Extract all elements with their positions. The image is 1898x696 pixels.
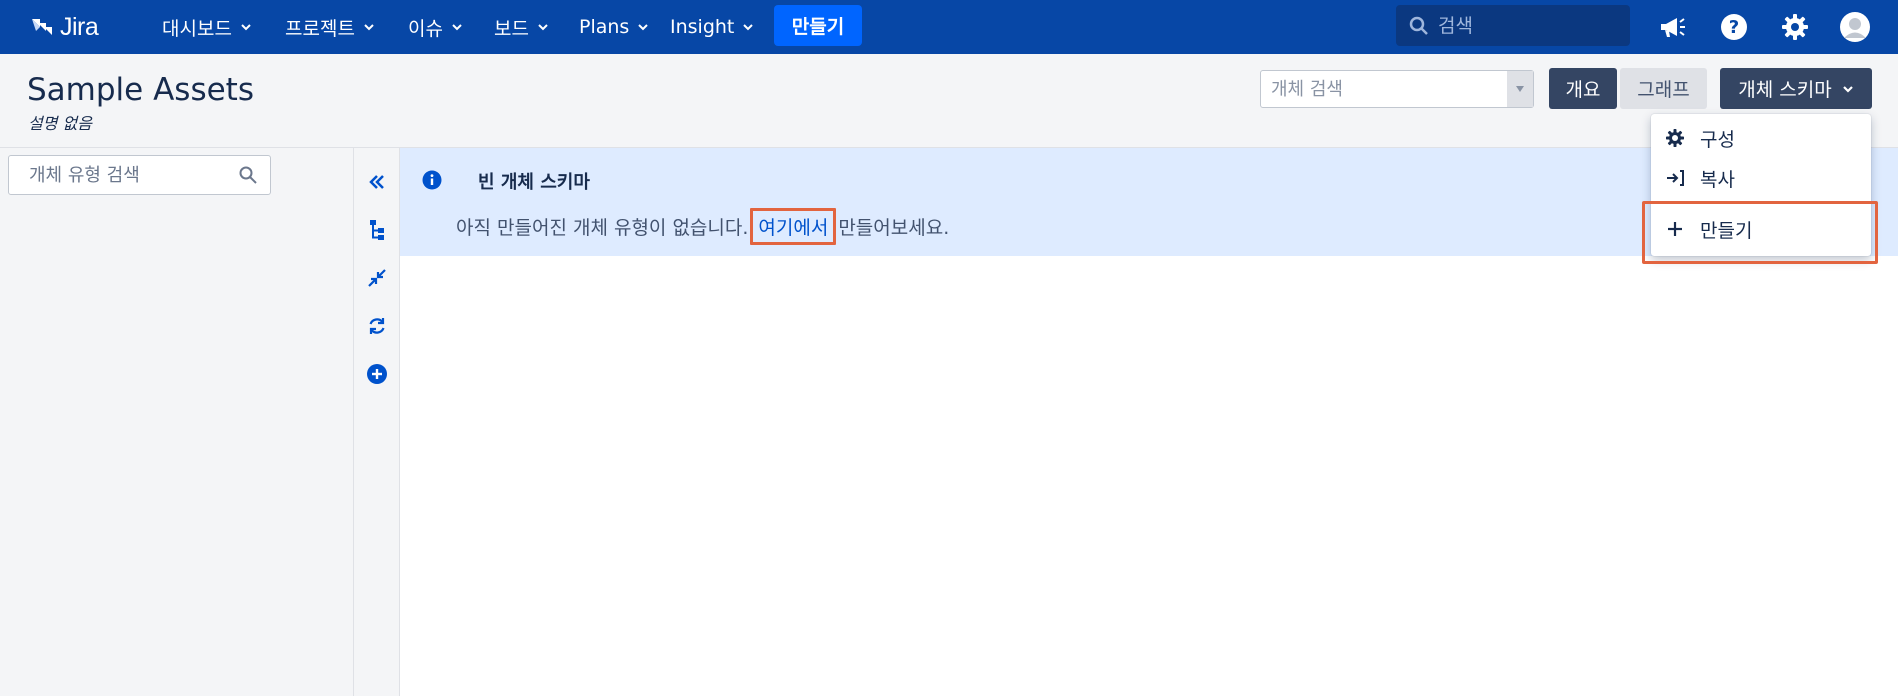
global-search-input[interactable] <box>1438 14 1618 37</box>
copy-arrow-icon <box>1664 167 1686 189</box>
nav-plans[interactable]: Plans <box>579 12 649 42</box>
object-schema-label: 개체 스키마 <box>1738 79 1832 101</box>
compress-arrows-icon <box>368 269 386 287</box>
nav-dashboards-label: 대시보드 <box>162 17 232 40</box>
nav-issues-label: 이슈 <box>408 17 443 40</box>
add-circle-icon <box>367 364 387 384</box>
menu-item-configure-label: 구성 <box>1700 128 1735 151</box>
chevron-down-icon <box>1842 85 1853 93</box>
info-text-before: 아직 만들어진 개체 유형이 없습니다. <box>456 217 749 239</box>
object-search-input[interactable] <box>1271 77 1501 101</box>
info-text-after: 만들어보세요. <box>838 217 950 239</box>
jira-logo[interactable]: Jira <box>28 11 99 43</box>
highlight-box <box>1642 201 1878 264</box>
create-button[interactable]: 만들기 <box>774 5 862 46</box>
collapse-panel-button[interactable] <box>363 168 391 196</box>
megaphone-icon <box>1661 18 1685 37</box>
svg-text:?: ? <box>1729 17 1739 38</box>
object-type-search[interactable] <box>8 155 271 195</box>
help-button[interactable]: ? <box>1717 10 1751 44</box>
page-title: Sample Assets <box>27 72 254 108</box>
object-schema-button[interactable]: 개체 스키마 <box>1720 68 1872 109</box>
info-title: 빈 개체 스키마 <box>478 172 590 193</box>
nav-dashboards[interactable]: 대시보드 <box>162 12 252 42</box>
info-icon <box>422 170 442 190</box>
nav-boards[interactable]: 보드 <box>494 12 549 42</box>
graph-button[interactable]: 그래프 <box>1620 68 1707 109</box>
object-search-arrow[interactable] <box>1507 71 1533 107</box>
refresh-button[interactable] <box>363 312 391 340</box>
chevron-down-icon <box>452 24 462 31</box>
page-description: 설명 없음 <box>28 114 92 133</box>
create-here-link[interactable]: 여기에서 <box>750 208 837 245</box>
overview-button[interactable]: 개요 <box>1549 68 1617 109</box>
hierarchy-icon <box>370 220 384 240</box>
menu-item-copy[interactable]: 복사 <box>1664 161 1735 195</box>
logo-text: Jira <box>60 12 99 41</box>
nav-issues[interactable]: 이슈 <box>408 12 463 42</box>
object-type-panel <box>0 148 353 696</box>
nav-projects-label: 프로젝트 <box>285 17 355 40</box>
chevron-down-icon <box>538 24 548 31</box>
menu-item-copy-label: 복사 <box>1700 168 1735 191</box>
top-navigation: Jira 대시보드 프로젝트 이슈 보드 Plans Insight 만들기 검… <box>0 0 1898 54</box>
search-icon <box>1409 16 1428 35</box>
collapse-all-button[interactable] <box>363 264 391 292</box>
nav-insight-label: Insight <box>670 16 735 38</box>
chevron-down-icon <box>241 24 251 31</box>
nav-projects[interactable]: 프로젝트 <box>285 12 375 42</box>
object-search-select[interactable] <box>1260 70 1534 108</box>
global-search[interactable] <box>1396 5 1630 46</box>
settings-icon <box>1782 14 1808 40</box>
hierarchy-button[interactable] <box>363 216 391 244</box>
help-icon: ? <box>1721 14 1747 40</box>
chevron-down-icon <box>638 24 649 31</box>
nav-insight[interactable]: Insight <box>670 12 754 42</box>
double-chevron-left-icon <box>369 175 384 189</box>
settings-button[interactable] <box>1778 10 1812 44</box>
gear-icon <box>1664 127 1686 149</box>
nav-plans-label: Plans <box>579 16 630 38</box>
refresh-icon <box>369 318 385 334</box>
menu-item-configure[interactable]: 구성 <box>1664 121 1735 155</box>
jira-logo-icon <box>32 19 52 35</box>
chevron-down-icon <box>364 24 374 31</box>
nav-boards-label: 보드 <box>494 17 529 40</box>
profile-button[interactable] <box>1838 10 1872 44</box>
object-type-search-input[interactable] <box>29 163 229 187</box>
info-text: 아직 만들어진 개체 유형이 없습니다. 여기에서 만들어보세요. <box>456 208 949 245</box>
triangle-down-icon <box>1516 86 1524 92</box>
search-icon <box>239 166 257 184</box>
add-object-type-button[interactable] <box>363 360 391 388</box>
avatar-icon <box>1840 12 1870 42</box>
notifications-button[interactable] <box>1655 10 1689 44</box>
chevron-down-icon <box>743 24 754 31</box>
